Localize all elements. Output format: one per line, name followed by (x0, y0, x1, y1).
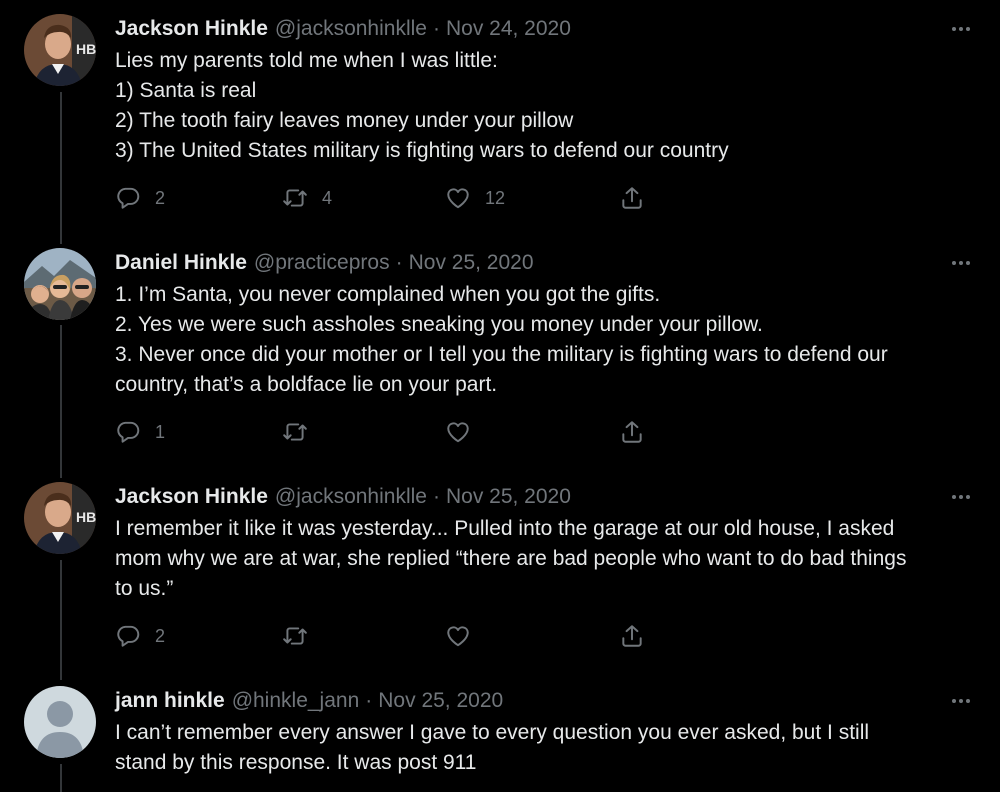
user-handle[interactable]: @practicepros (254, 251, 390, 275)
like-icon (447, 422, 469, 443)
more-icon (952, 261, 970, 265)
tweet-text-line: 1. I’m Santa, you never complained when … (115, 283, 661, 306)
like-button[interactable] (445, 417, 485, 447)
tweet-text-line: 2. Yes we were such assholes sneaking yo… (115, 313, 763, 336)
display-name[interactable]: Jackson Hinkle (115, 485, 268, 509)
tweet-text-line: I can’t remember every answer I gave to … (115, 721, 870, 744)
more-options-button[interactable] (948, 16, 974, 42)
retweet-button[interactable] (282, 621, 322, 651)
tweet-text-line: 2) The tooth fairy leaves money under yo… (115, 109, 574, 132)
like-icon (447, 626, 469, 647)
retweet-button[interactable] (282, 417, 322, 447)
tweet-text-line: to us.” (115, 577, 174, 600)
share-icon (622, 421, 642, 443)
separator-dot: · (395, 251, 403, 274)
reply-button[interactable]: 1 (115, 417, 165, 447)
tweet[interactable]: jann hinkle @hinkle_jann · Nov 25, 2020 … (0, 686, 1000, 792)
like-count: 12 (485, 187, 506, 208)
more-icon (952, 699, 970, 703)
avatar[interactable]: HB (24, 14, 96, 86)
share-button[interactable] (619, 183, 645, 213)
user-handle[interactable]: @hinkle_jann (232, 689, 360, 713)
tweet-header: Daniel Hinkle @practicepros · Nov 25, 20… (115, 248, 534, 278)
display-name[interactable]: jann hinkle (115, 689, 225, 713)
tweet-text: I can’t remember every answer I gave to … (115, 718, 975, 778)
more-icon (952, 495, 970, 499)
more-options-button[interactable] (948, 688, 974, 714)
tweet-text: Lies my parents told me when I was littl… (115, 46, 975, 166)
share-button[interactable] (619, 621, 645, 651)
user-handle[interactable]: @jacksonhinklle (275, 485, 427, 509)
avatar[interactable] (24, 686, 96, 758)
tweet-header: jann hinkle @hinkle_jann · Nov 25, 2020 (115, 686, 503, 716)
reply-count: 1 (155, 421, 166, 442)
tweet-text: I remember it like it was yesterday... P… (115, 514, 975, 604)
more-options-button[interactable] (948, 250, 974, 276)
reply-button[interactable]: 2 (115, 621, 165, 651)
retweet-icon (283, 627, 307, 645)
retweet-icon (283, 189, 307, 207)
reply-button[interactable]: 2 (115, 183, 165, 213)
tweet-date[interactable]: Nov 25, 2020 (409, 251, 534, 275)
reply-icon (117, 625, 140, 647)
share-icon (622, 187, 642, 209)
tweet-text-line: country, that’s a boldface lie on your p… (115, 373, 498, 396)
more-icon (952, 27, 970, 31)
tweet[interactable]: Daniel Hinkle @practicepros · Nov 25, 20… (0, 248, 1000, 448)
tweet-date[interactable]: Nov 24, 2020 (446, 17, 571, 41)
display-name[interactable]: Daniel Hinkle (115, 251, 247, 275)
like-icon (447, 188, 469, 209)
tweet[interactable]: HB Jackson Hinkle @jacksonhinklle · Nov … (0, 482, 1000, 652)
tweet-date[interactable]: Nov 25, 2020 (378, 689, 503, 713)
tweet-text-line: 3. Never once did your mother or I tell … (115, 343, 888, 366)
display-name[interactable]: Jackson Hinkle (115, 17, 268, 41)
tweet-text: 1. I’m Santa, you never complained when … (115, 280, 975, 400)
share-button[interactable] (619, 417, 645, 447)
tweet-text-line: 1) Santa is real (115, 79, 257, 102)
tweet-text-line: 3) The United States military is fightin… (115, 139, 729, 162)
tweet-text-line: stand by this response. It was post 911 (115, 751, 477, 774)
separator-dot: · (432, 485, 440, 508)
more-options-button[interactable] (948, 484, 974, 510)
tweet-header: Jackson Hinkle @jacksonhinklle · Nov 24,… (115, 14, 571, 44)
separator-dot: · (365, 689, 373, 712)
tweet[interactable]: HB Jackson Hinkle @jacksonhinklle · Nov … (0, 14, 1000, 214)
reply-icon (117, 187, 140, 209)
share-icon (622, 625, 642, 647)
tweet-text-line: mom why we are at war, she replied “ther… (115, 547, 907, 570)
avatar[interactable]: HB (24, 482, 96, 554)
tweet-text-line: Lies my parents told me when I was littl… (115, 49, 498, 72)
tweet-text-line: I remember it like it was yesterday... P… (115, 517, 895, 540)
tweet-actions: 2 4 12 (115, 183, 655, 213)
retweet-button[interactable]: 4 (282, 183, 332, 213)
tweet-date[interactable]: Nov 25, 2020 (446, 485, 571, 509)
tweet-actions: 1 (115, 417, 655, 447)
avatar[interactable] (24, 248, 96, 320)
svg-text:HB: HB (76, 41, 96, 57)
retweet-icon (283, 423, 307, 441)
separator-dot: · (432, 17, 440, 40)
retweet-count: 4 (322, 187, 333, 208)
tweet-actions: 2 (115, 621, 655, 651)
reply-count: 2 (155, 187, 166, 208)
reply-count: 2 (155, 625, 166, 646)
like-button[interactable] (445, 621, 485, 651)
reply-icon (117, 421, 140, 443)
user-handle[interactable]: @jacksonhinklle (275, 17, 427, 41)
svg-text:HB: HB (76, 509, 96, 525)
like-button[interactable]: 12 (445, 183, 505, 213)
tweet-header: Jackson Hinkle @jacksonhinklle · Nov 25,… (115, 482, 571, 512)
